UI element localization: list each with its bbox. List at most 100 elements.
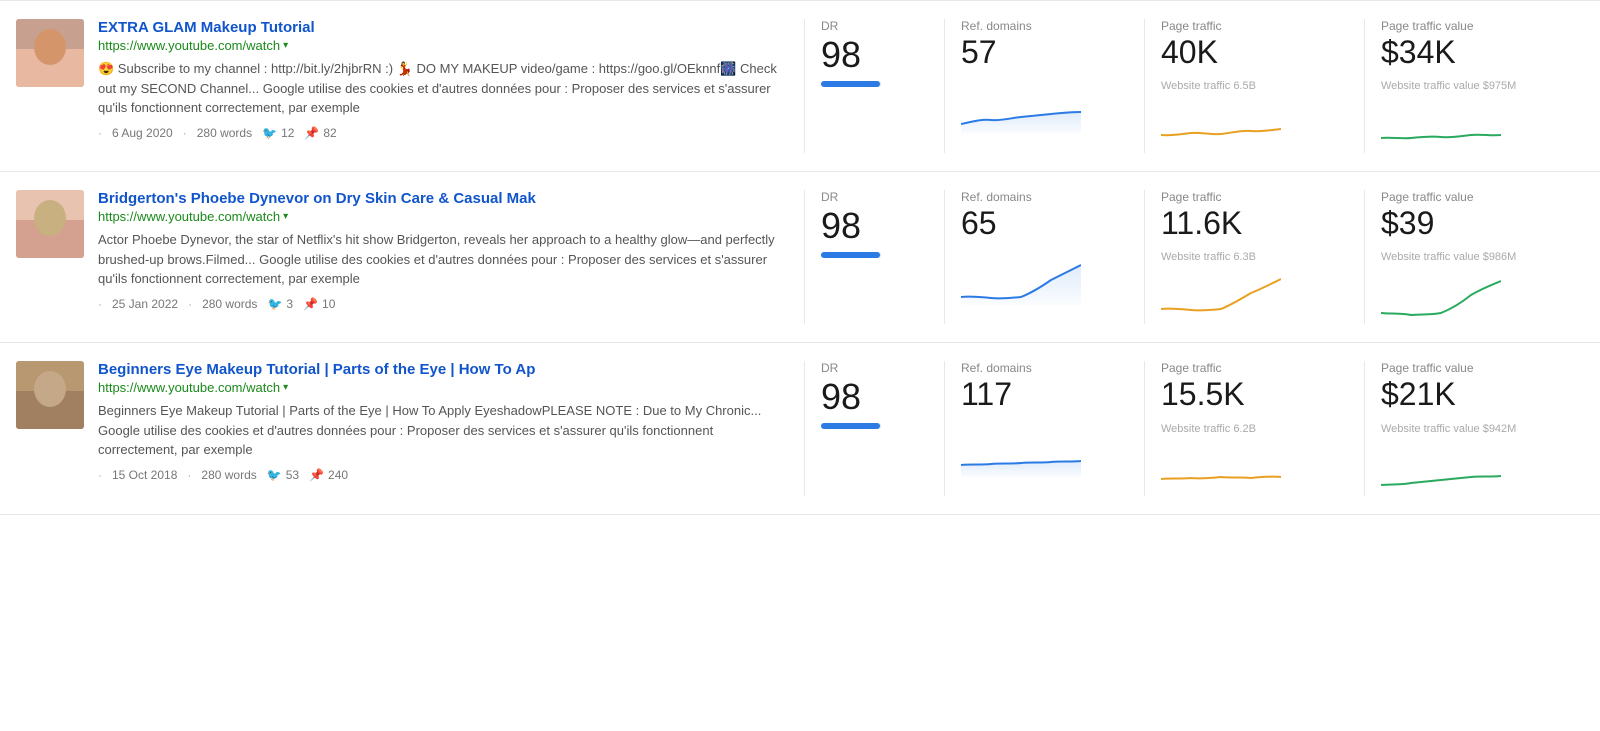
ref-domains-chart: [961, 427, 1128, 480]
result-description: Actor Phoebe Dynevor, the star of Netfli…: [98, 230, 784, 289]
ref-domains-label: Ref. domains: [961, 190, 1128, 204]
ref-domains-label: Ref. domains: [961, 19, 1128, 33]
twitter-number: 12: [281, 126, 294, 140]
page-traffic-chart: [1161, 443, 1348, 496]
page-traffic-cell: Page traffic 40K Website traffic 6.5B: [1144, 19, 1364, 153]
meta-dot-2: ·: [183, 126, 187, 140]
dr-label: DR: [821, 19, 928, 33]
pinterest-number: 240: [328, 468, 348, 482]
pinterest-count: 📌 10: [303, 297, 335, 311]
result-meta: · 25 Jan 2022 · 280 words 🐦 3 📌 10: [98, 297, 784, 311]
pinterest-number: 10: [322, 297, 335, 311]
meta-dot-2: ·: [187, 468, 191, 482]
ref-domains-value: 117: [961, 377, 1128, 412]
page-traffic-value-cell: Page traffic value $34K Website traffic …: [1364, 19, 1584, 153]
dr-bar: [821, 252, 881, 258]
result-title[interactable]: Bridgerton's Phoebe Dynevor on Dry Skin …: [98, 190, 784, 207]
result-url: https://www.youtube.com/watch ▾: [98, 38, 784, 53]
page-traffic-sub: Website traffic 6.5B: [1161, 80, 1348, 92]
twitter-icon: 🐦: [262, 126, 277, 140]
ref-domains-value: 57: [961, 35, 1128, 70]
page-traffic-value: 40K: [1161, 35, 1348, 70]
thumbnail: [16, 190, 84, 258]
dr-value: 98: [821, 35, 928, 75]
page-traffic-cell: Page traffic 11.6K Website traffic 6.3B: [1144, 190, 1364, 324]
ref-domains-chart: [961, 255, 1128, 308]
pinterest-icon: 📌: [304, 126, 319, 140]
result-meta: · 15 Oct 2018 · 280 words 🐦 53 📌 240: [98, 468, 784, 482]
page-traffic-chart: [1161, 271, 1348, 324]
meta-dot-2: ·: [188, 297, 192, 311]
page-traffic-cell: Page traffic 15.5K Website traffic 6.2B: [1144, 361, 1364, 495]
twitter-icon: 🐦: [267, 468, 282, 482]
page-traffic-value-sub: Website traffic value $942M: [1381, 423, 1568, 435]
result-description: 😍 Subscribe to my channel : http://bit.l…: [98, 59, 784, 118]
page-traffic-value: 15.5K: [1161, 377, 1348, 412]
ref-domains-label: Ref. domains: [961, 361, 1128, 375]
meta-dot: ·: [98, 297, 102, 311]
dropdown-arrow-icon[interactable]: ▾: [283, 40, 288, 51]
result-date: 25 Jan 2022: [112, 297, 178, 311]
thumbnail: [16, 19, 84, 87]
meta-dot: ·: [98, 126, 102, 140]
url-text[interactable]: https://www.youtube.com/watch: [98, 38, 280, 53]
main-content: Beginners Eye Makeup Tutorial | Parts of…: [16, 361, 804, 495]
result-url: https://www.youtube.com/watch ▾: [98, 209, 784, 224]
dr-label: DR: [821, 190, 928, 204]
result-words: 280 words: [201, 468, 256, 482]
page-traffic-sub: Website traffic 6.2B: [1161, 423, 1348, 435]
dropdown-arrow-icon[interactable]: ▾: [283, 211, 288, 222]
twitter-number: 3: [286, 297, 293, 311]
dr-bar: [821, 423, 881, 429]
page-traffic-sub: Website traffic 6.3B: [1161, 251, 1348, 263]
ref-domains-cell: Ref. domains 57: [944, 19, 1144, 153]
pinterest-number: 82: [323, 126, 336, 140]
result-words: 280 words: [202, 297, 257, 311]
twitter-number: 53: [286, 468, 299, 482]
page-traffic-value-cell: Page traffic value $21K Website traffic …: [1364, 361, 1584, 495]
url-text[interactable]: https://www.youtube.com/watch: [98, 209, 280, 224]
twitter-count: 🐦 3: [267, 297, 293, 311]
dr-cell: DR 98: [804, 361, 944, 495]
page-traffic-value-sub: Website traffic value $975M: [1381, 80, 1568, 92]
result-title[interactable]: EXTRA GLAM Makeup Tutorial: [98, 19, 784, 36]
page-traffic-chart: [1161, 100, 1348, 153]
text-content: Bridgerton's Phoebe Dynevor on Dry Skin …: [98, 190, 784, 311]
results-container: EXTRA GLAM Makeup Tutorial https://www.y…: [0, 0, 1600, 515]
dr-bar-fill: [821, 423, 880, 429]
url-text[interactable]: https://www.youtube.com/watch: [98, 380, 280, 395]
text-content: Beginners Eye Makeup Tutorial | Parts of…: [98, 361, 784, 482]
page-traffic-value-chart: [1381, 271, 1568, 324]
page-traffic-value-label: Page traffic value: [1381, 361, 1568, 375]
ref-domains-chart: [961, 84, 1128, 137]
page-traffic-value-label: Page traffic value: [1381, 190, 1568, 204]
result-date: 15 Oct 2018: [112, 468, 177, 482]
result-row: Beginners Eye Makeup Tutorial | Parts of…: [0, 343, 1600, 514]
dr-bar: [821, 81, 881, 87]
result-words: 280 words: [197, 126, 252, 140]
dropdown-arrow-icon[interactable]: ▾: [283, 382, 288, 393]
page-traffic-label: Page traffic: [1161, 19, 1348, 33]
pinterest-icon: 📌: [303, 297, 318, 311]
dr-cell: DR 98: [804, 190, 944, 324]
ref-domains-value: 65: [961, 206, 1128, 241]
page-traffic-value-num: $34K: [1381, 35, 1568, 70]
page-traffic-label: Page traffic: [1161, 190, 1348, 204]
text-content: EXTRA GLAM Makeup Tutorial https://www.y…: [98, 19, 784, 140]
page-traffic-value-sub: Website traffic value $986M: [1381, 251, 1568, 263]
dr-bar-fill: [821, 81, 880, 87]
twitter-count: 🐦 53: [267, 468, 299, 482]
twitter-count: 🐦 12: [262, 126, 294, 140]
page-traffic-value-chart: [1381, 100, 1568, 153]
pinterest-count: 📌 240: [309, 468, 348, 482]
result-title[interactable]: Beginners Eye Makeup Tutorial | Parts of…: [98, 361, 784, 378]
page-traffic-value-chart: [1381, 443, 1568, 496]
pinterest-icon: 📌: [309, 468, 324, 482]
ref-domains-cell: Ref. domains 65: [944, 190, 1144, 324]
page-traffic-value: 11.6K: [1161, 206, 1348, 241]
pinterest-count: 📌 82: [304, 126, 336, 140]
dr-value: 98: [821, 206, 928, 246]
result-row: Bridgerton's Phoebe Dynevor on Dry Skin …: [0, 172, 1600, 343]
dr-value: 98: [821, 377, 928, 417]
result-url: https://www.youtube.com/watch ▾: [98, 380, 784, 395]
